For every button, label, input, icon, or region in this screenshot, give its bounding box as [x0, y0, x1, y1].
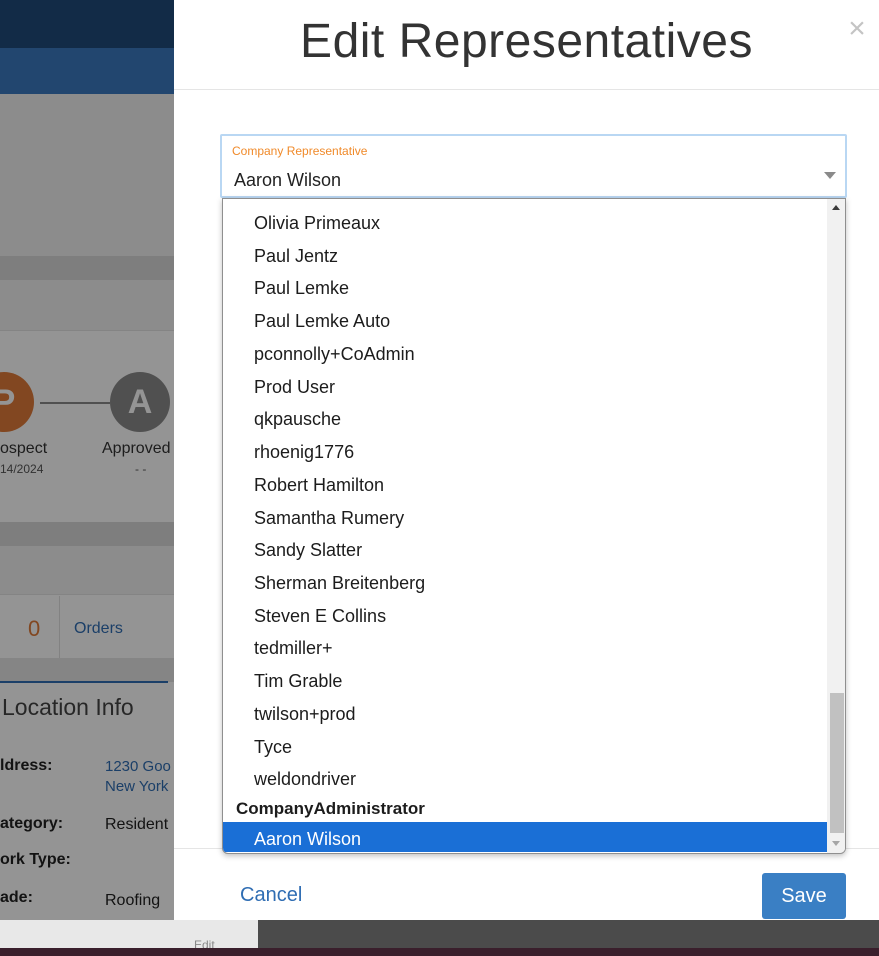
- chevron-down-icon[interactable]: [824, 172, 836, 179]
- list-item[interactable]: Sherman Breitenberg: [223, 566, 827, 596]
- option-group-label: CompanyAdministrator: [236, 799, 425, 818]
- option-label: Tyce: [254, 737, 293, 757]
- modal-header: Edit Representatives ×: [174, 0, 879, 90]
- list-item[interactable]: weldondriver: [223, 762, 827, 792]
- company-representative-value: Aaron Wilson: [234, 170, 342, 190]
- list-item[interactable]: Paul Lemke: [223, 271, 827, 301]
- option-label: Paul Jentz: [254, 246, 339, 266]
- option-label: Sherman Breitenberg: [254, 573, 426, 593]
- option-label: Robert Hamilton: [254, 475, 385, 495]
- option-label: Paul Lemke: [254, 278, 350, 298]
- option-label: rhoenig1776: [254, 442, 355, 462]
- option-label: Samantha Rumery: [254, 508, 405, 528]
- option-label: Aaron Wilson: [254, 829, 362, 849]
- scroll-down-arrow-icon[interactable]: [832, 841, 840, 846]
- option-label: Steven E Collins: [254, 606, 387, 626]
- option-label: Paul Lemke Auto: [254, 311, 391, 331]
- company-representative-select[interactable]: Company Representative Aaron Wilson: [220, 134, 847, 198]
- option-label: pconnolly+CoAdmin: [254, 344, 415, 364]
- list-item[interactable]: rhoenig1776: [223, 435, 827, 465]
- list-item[interactable]: Samantha Rumery: [223, 501, 827, 531]
- list-item[interactable]: Paul Lemke Auto: [223, 304, 827, 334]
- bottom-edge: [0, 948, 879, 956]
- list-item[interactable]: pconnolly+CoAdmin: [223, 337, 827, 367]
- option-label: tedmiller+: [254, 638, 333, 658]
- option-label: Olivia Primeaux: [254, 213, 381, 233]
- option-label: qkpausche: [254, 409, 342, 429]
- company-representative-label: Company Representative: [232, 144, 368, 158]
- representative-dropdown-list[interactable]: Olivia Primeaux Paul Jentz Paul Lemke Pa…: [222, 198, 846, 854]
- save-button[interactable]: Save: [762, 873, 846, 919]
- list-item[interactable]: Paul Jentz: [223, 239, 827, 269]
- list-item[interactable]: tedmiller+: [223, 631, 827, 661]
- bottom-strip: Edit: [0, 920, 879, 952]
- bottom-strip-dark: [258, 920, 879, 948]
- list-item[interactable]: Prod User: [223, 370, 827, 400]
- scroll-up-arrow-icon[interactable]: [832, 205, 840, 210]
- list-item[interactable]: Steven E Collins: [223, 599, 827, 629]
- list-item-selected[interactable]: Aaron Wilson: [223, 822, 827, 852]
- modal-title: Edit Representatives: [300, 15, 753, 68]
- list-item[interactable]: Robert Hamilton: [223, 468, 827, 498]
- cancel-button[interactable]: Cancel: [240, 884, 302, 907]
- close-icon[interactable]: ×: [844, 14, 870, 44]
- option-label: Prod User: [254, 377, 336, 397]
- option-label: Sandy Slatter: [254, 540, 363, 560]
- scrollbar-thumb[interactable]: [830, 693, 844, 833]
- list-item[interactable]: Sandy Slatter: [223, 533, 827, 563]
- list-item[interactable]: Tim Grable: [223, 664, 827, 694]
- list-item[interactable]: Olivia Primeaux: [223, 206, 827, 236]
- list-item[interactable]: twilson+prod: [223, 697, 827, 727]
- dropdown-scrollbar[interactable]: [827, 199, 845, 853]
- option-label: weldondriver: [254, 769, 357, 789]
- option-label: twilson+prod: [254, 704, 356, 724]
- list-item[interactable]: qkpausche: [223, 402, 827, 432]
- option-label: Tim Grable: [254, 671, 343, 691]
- list-item[interactable]: Tyce: [223, 730, 827, 760]
